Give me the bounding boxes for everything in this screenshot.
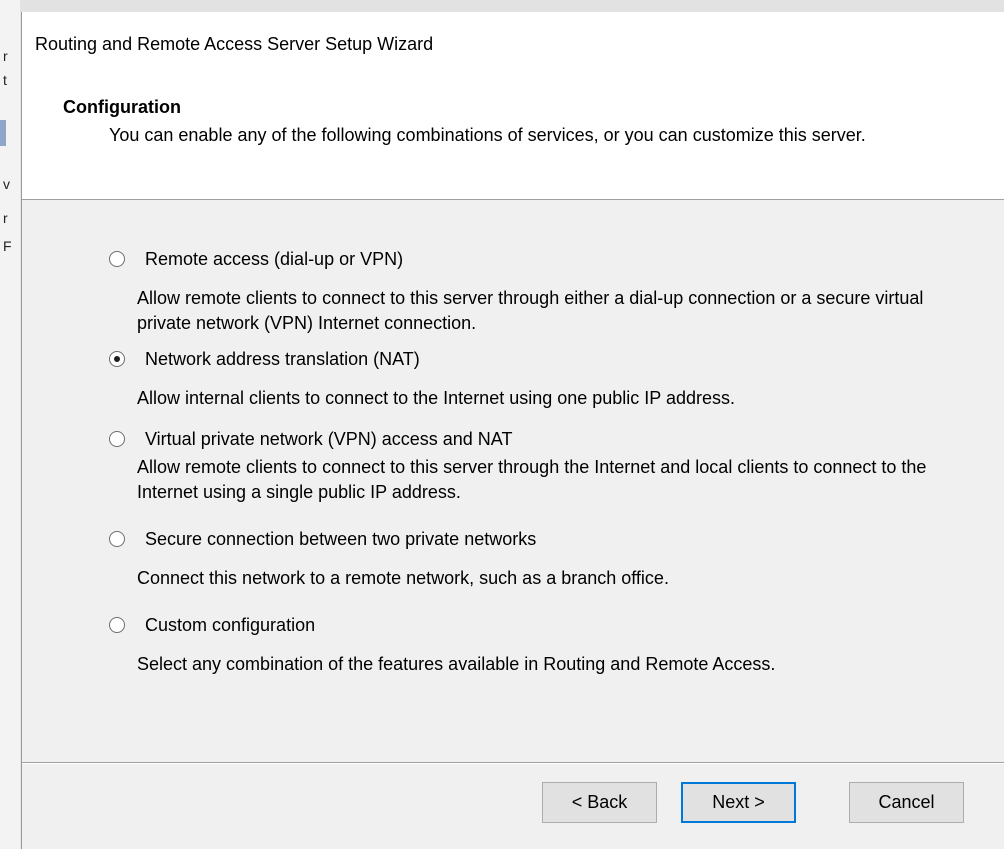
back-button[interactable]: < Back xyxy=(542,782,657,823)
option-description: Allow remote clients to connect to this … xyxy=(137,457,927,502)
cancel-button[interactable]: Cancel xyxy=(849,782,964,823)
background-window-text: t xyxy=(3,72,7,88)
option-label[interactable]: Secure connection between two private ne… xyxy=(145,529,536,550)
option-description: Allow remote clients to connect to this … xyxy=(137,288,924,333)
setup-wizard-dialog: Routing and Remote Access Server Setup W… xyxy=(21,12,1004,849)
next-button[interactable]: Next > xyxy=(681,782,796,823)
background-window-text: F xyxy=(3,238,12,254)
page-subtitle: You can enable any of the following comb… xyxy=(109,125,866,145)
background-window-text: r xyxy=(3,48,8,64)
background-window-text: r xyxy=(3,210,8,226)
vpn-and-nat-radio[interactable] xyxy=(109,431,125,447)
button-separator xyxy=(22,762,1004,764)
option-description: Select any combination of the features a… xyxy=(137,654,776,674)
wizard-header: Routing and Remote Access Server Setup W… xyxy=(22,12,1004,200)
nat-radio[interactable] xyxy=(109,351,125,367)
option-label[interactable]: Virtual private network (VPN) access and… xyxy=(145,429,512,450)
option-label[interactable]: Custom configuration xyxy=(145,615,315,636)
background-window-selection xyxy=(0,120,6,146)
option-label[interactable]: Remote access (dial-up or VPN) xyxy=(145,249,403,270)
option-label[interactable]: Network address translation (NAT) xyxy=(145,349,420,370)
background-window-top xyxy=(20,0,1004,12)
remote-access-radio[interactable] xyxy=(109,251,125,267)
background-window: r t v r F xyxy=(0,0,20,849)
option-description: Connect this network to a remote network… xyxy=(137,568,669,588)
custom-configuration-radio[interactable] xyxy=(109,617,125,633)
background-window-text: v xyxy=(3,176,10,192)
window-title: Routing and Remote Access Server Setup W… xyxy=(35,34,434,54)
secure-connection-radio[interactable] xyxy=(109,531,125,547)
page-heading: Configuration xyxy=(63,97,181,117)
option-description: Allow internal clients to connect to the… xyxy=(137,388,736,408)
